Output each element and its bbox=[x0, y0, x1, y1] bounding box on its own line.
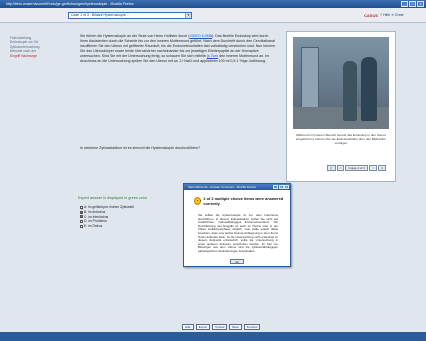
status-bar bbox=[0, 332, 426, 341]
image-counter: Image 1 of 1 bbox=[345, 164, 368, 171]
photo-panel: Während im hinteren Bereich bereits das … bbox=[286, 31, 396, 182]
back-button[interactable]: Back bbox=[229, 324, 242, 330]
forward-button[interactable]: Forward bbox=[243, 324, 261, 330]
case-select-value: Case 1 of 3 : Bildanf Hysteroskopie... bbox=[71, 13, 129, 17]
maximize-button[interactable]: □ bbox=[409, 1, 416, 7]
chevron-down-icon[interactable]: ▼ bbox=[185, 13, 191, 18]
export-button[interactable]: Export bbox=[195, 324, 211, 330]
ok-button[interactable]: Ok bbox=[230, 259, 244, 264]
dialog-minimize-button[interactable]: _ bbox=[273, 184, 278, 189]
checkbox[interactable] bbox=[80, 225, 83, 229]
window-controls: _ □ x bbox=[401, 1, 424, 7]
top-nav-links[interactable]: ? Hilfe ✕ Ende bbox=[380, 13, 404, 17]
description-text-1: Sie führen die Hysteroskopie an der Stut… bbox=[80, 34, 190, 38]
turn-link[interactable]: (s.Turn bbox=[207, 54, 218, 58]
window-title: http://tibro.wusern/sucent/Endo/ge-gertf… bbox=[6, 2, 134, 6]
dialog-close-button[interactable]: x bbox=[284, 184, 289, 189]
photo-navigation: |< < Image 1 of 1 > >| bbox=[327, 164, 387, 171]
answer-label: E: im Östrus bbox=[84, 224, 103, 229]
prev-image-button[interactable]: < bbox=[336, 164, 345, 171]
close-button[interactable]: x bbox=[417, 1, 424, 7]
help-button[interactable]: Hilfe bbox=[182, 324, 194, 330]
sidebar: Fallvorstellung Endoskopie vor Ort Zyklu… bbox=[10, 36, 68, 58]
checkbox[interactable] bbox=[80, 220, 83, 224]
sidebar-item-nachsorge[interactable]: Eingriff Nachsorge bbox=[10, 54, 68, 58]
question-text: In welchem Zyklusstadium ist es sinnvoll… bbox=[80, 146, 201, 150]
upload-button[interactable]: Upload bbox=[212, 324, 228, 330]
brand-logo: CASUS bbox=[364, 13, 379, 18]
case-description: Sie führen die Hysteroskopie an der Stut… bbox=[80, 34, 276, 65]
result-header: 2 of 2 multiple choice items were answer… bbox=[194, 196, 290, 206]
photo-person-shape bbox=[343, 61, 357, 121]
smiley-icon bbox=[194, 197, 202, 205]
window-titlebar: http://tibro.wusern/sucent/Endo/ge-gertf… bbox=[0, 0, 426, 8]
photo-caption: Während im hinteren Bereich bereits das … bbox=[295, 133, 387, 145]
first-image-button[interactable]: |< bbox=[327, 164, 336, 171]
dialog-title: https://ibros.de - Answer Comment - Mozi… bbox=[188, 185, 257, 189]
result-message: 2 of 2 multiple choice items were answer… bbox=[203, 196, 284, 206]
expert-note: Expert answer is displayed in green colo… bbox=[78, 196, 148, 200]
video-link[interactable]: VIDEO 4.0MB bbox=[189, 34, 212, 38]
photo-person-shape bbox=[361, 57, 377, 121]
answer-comment-dialog: https://ibros.de - Answer Comment - Mozi… bbox=[183, 183, 291, 267]
bottom-toolbar: Hilfe Export Upload Back Forward bbox=[182, 324, 261, 330]
checkbox[interactable] bbox=[80, 210, 83, 214]
case-select[interactable]: Case 1 of 3 : Bildanf Hysteroskopie... ▼ bbox=[68, 12, 192, 19]
checkbox[interactable]: ✓ bbox=[80, 205, 84, 211]
dialog-window-controls: _ □ x bbox=[273, 184, 289, 189]
answer-list: ✓ A: im gelbkörper-/hohen Zyklusteil B: i… bbox=[80, 205, 170, 229]
last-image-button[interactable]: >| bbox=[377, 164, 387, 171]
answer-option[interactable]: E: im Östrus bbox=[80, 224, 170, 229]
next-image-button[interactable]: > bbox=[368, 164, 377, 171]
expert-comment: Sie sollten die Hysteroskopie im An- ode… bbox=[198, 213, 278, 253]
procedure-photo[interactable] bbox=[293, 37, 389, 129]
dialog-maximize-button[interactable]: □ bbox=[278, 184, 284, 189]
dialog-titlebar: https://ibros.de - Answer Comment - Mozi… bbox=[184, 184, 290, 190]
checkbox[interactable] bbox=[80, 215, 83, 219]
minimize-button[interactable]: _ bbox=[401, 1, 408, 7]
top-bar: Case 1 of 3 : Bildanf Hysteroskopie... ▼… bbox=[0, 8, 426, 23]
